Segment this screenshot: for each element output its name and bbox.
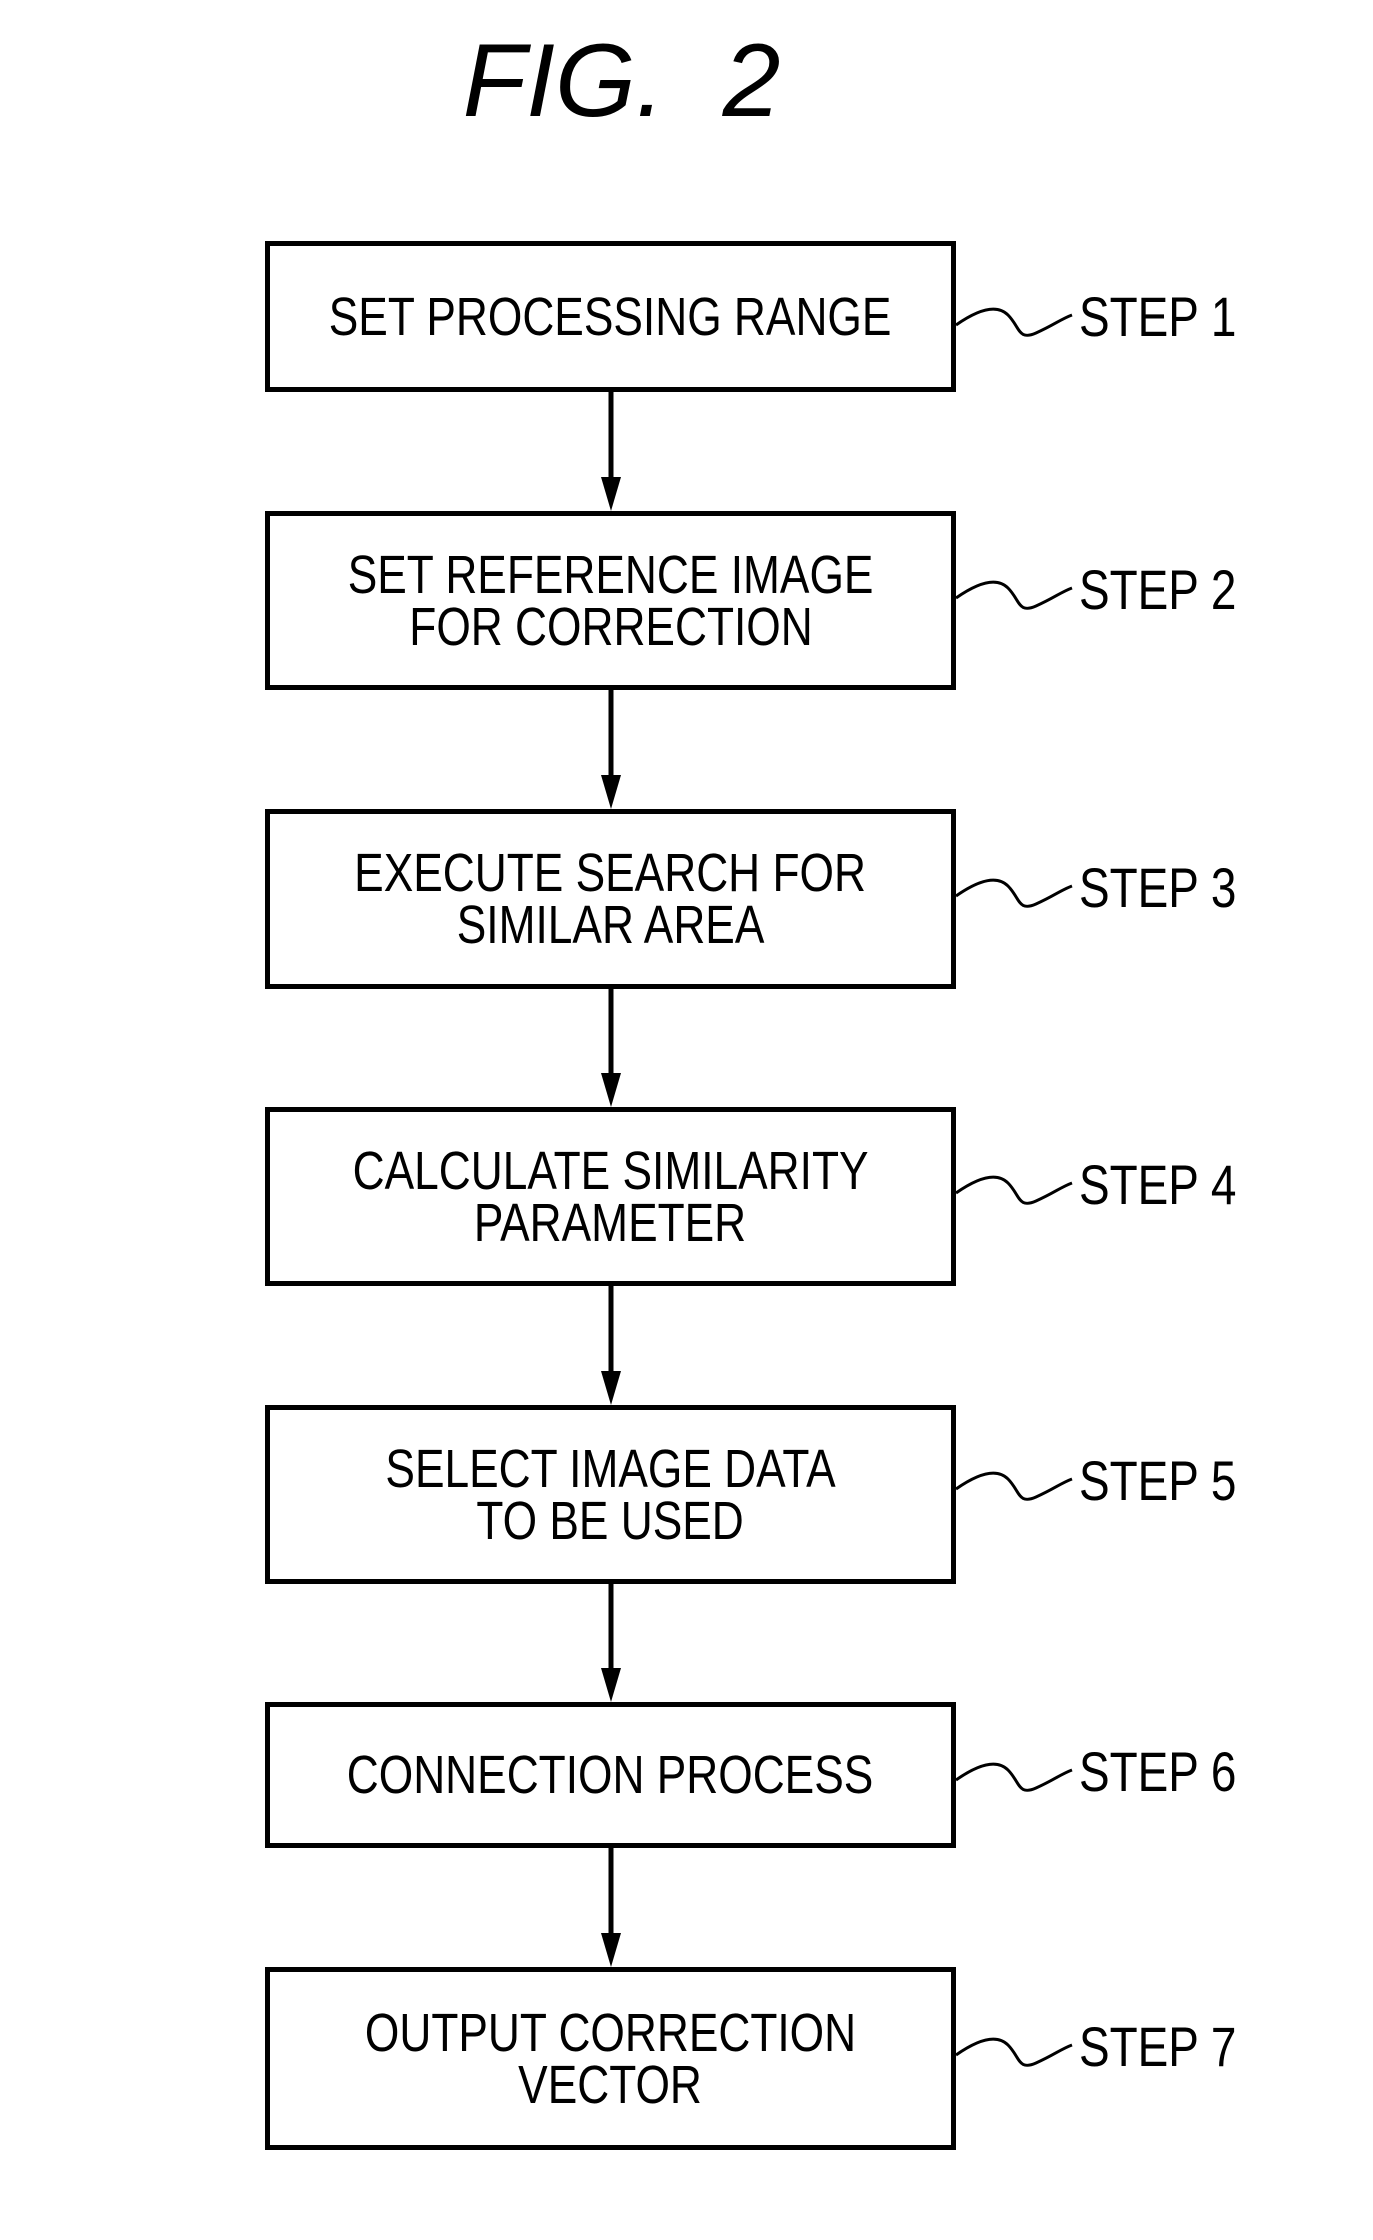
step-box-5: SELECT IMAGE DATA TO BE USED <box>265 1405 956 1584</box>
step-text-line-1: SELECT IMAGE DATA <box>385 1438 836 1499</box>
step-text-line-1: OUTPUT CORRECTION <box>364 2002 857 2063</box>
step-label-5: STEP 5 <box>1079 1449 1237 1512</box>
arrowhead-icon <box>601 1668 621 1702</box>
arrowhead-icon <box>601 477 621 511</box>
step-label-3: STEP 3 <box>1079 856 1237 919</box>
step-text: SET PROCESSING RANGE <box>329 286 892 347</box>
leader-squiggle <box>955 1471 1073 1501</box>
leader-squiggle <box>955 878 1073 908</box>
step-text-line-1: EXECUTE SEARCH FOR <box>354 843 867 903</box>
leader-squiggle <box>955 1762 1073 1792</box>
step-text-line-2: FOR CORRECTION <box>408 596 813 657</box>
arrowhead-icon <box>601 1371 621 1405</box>
step-label-4: STEP 4 <box>1079 1153 1237 1216</box>
step-box-7: OUTPUT CORRECTION VECTOR <box>265 1967 956 2150</box>
step-text-line-2: VECTOR <box>518 2054 703 2115</box>
step-label-7: STEP 7 <box>1079 2015 1237 2078</box>
step-label-6: STEP 6 <box>1079 1740 1237 1803</box>
leader-squiggle <box>955 580 1073 610</box>
arrowhead-icon <box>601 1073 621 1107</box>
step-text-line-1: CALCULATE SIMILARITY <box>352 1140 869 1201</box>
arrowhead-icon <box>601 1933 621 1967</box>
step-box-2: SET REFERENCE IMAGE FOR CORRECTION <box>265 511 956 690</box>
step-box-4: CALCULATE SIMILARITY PARAMETER <box>265 1107 956 1286</box>
step-text-line-2: PARAMETER <box>474 1192 747 1253</box>
step-box-6: CONNECTION PROCESS <box>265 1702 956 1848</box>
step-text: CONNECTION PROCESS <box>347 1745 874 1805</box>
step-text-line-2: TO BE USED <box>476 1490 745 1551</box>
leader-squiggle <box>955 307 1073 337</box>
leader-squiggle <box>955 1175 1073 1205</box>
step-label-1: STEP 1 <box>1079 285 1237 348</box>
leader-squiggle <box>955 2037 1073 2067</box>
step-label-2: STEP 2 <box>1079 558 1237 621</box>
step-box-1: SET PROCESSING RANGE <box>265 241 956 392</box>
step-text-line-1: SET REFERENCE IMAGE <box>347 544 874 605</box>
arrowhead-icon <box>601 775 621 809</box>
step-box-3: EXECUTE SEARCH FOR SIMILAR AREA <box>265 809 956 989</box>
step-text-line-2: SIMILAR AREA <box>456 895 765 955</box>
